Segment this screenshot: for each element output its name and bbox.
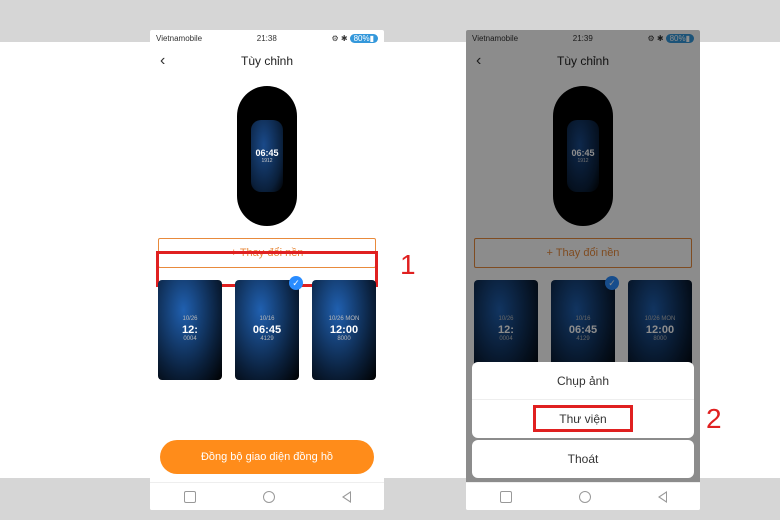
phones-row: Vietnamobile 21:38 ⚙ ✱ 80% ▮ ‹ Tùy chỉnh… (0, 30, 780, 520)
phone-left: Vietnamobile 21:38 ⚙ ✱ 80% ▮ ‹ Tùy chỉnh… (150, 30, 384, 510)
watchface-thumb[interactable]: ✓ 10/16 06:45 4129 (235, 280, 299, 380)
status-bar: Vietnamobile 21:38 ⚙ ✱ 80% ▮ (150, 30, 384, 46)
watchface-thumb[interactable]: 10/26 MON 12:00 8000 (312, 280, 376, 380)
nav-home-icon[interactable] (579, 491, 591, 503)
nav-recent-icon[interactable] (184, 491, 196, 503)
action-sheet: Chụp ảnh Thư viện (472, 362, 694, 438)
band-sub: 1912 (261, 158, 272, 164)
thumb-date: 10/26 (182, 316, 197, 322)
action-sheet-cancel: Thoát (472, 440, 694, 478)
nav-recent-icon[interactable] (500, 491, 512, 503)
battery-pill: 80% ▮ (350, 34, 378, 43)
band-preview: 06:45 1912 (150, 86, 384, 226)
sync-watchface-button[interactable]: Đồng bộ giao diện đồng hồ (160, 440, 374, 474)
page-title: Tùy chỉnh (241, 54, 293, 68)
system-nav-bar (466, 482, 700, 510)
sync-label: Đồng bộ giao diện đồng hồ (201, 451, 333, 463)
thumb-date: 10/16 (259, 316, 274, 322)
status-right: ⚙ ✱ 80% ▮ (331, 34, 378, 43)
status-time: 21:38 (257, 34, 277, 43)
thumb-foot: 0004 (183, 336, 196, 342)
system-nav-bar (150, 482, 384, 510)
thumb-time: 06:45 (253, 324, 281, 336)
thumb-foot: 8000 (337, 336, 350, 342)
carrier-label: Vietnamobile (156, 34, 202, 43)
watchface-thumb[interactable]: 10/26 12: 0004 (158, 280, 222, 380)
band-screen: 06:45 1912 (251, 120, 283, 192)
sheet-gallery-option[interactable]: Thư viện (472, 400, 694, 438)
thumb-date: 10/26 MON (329, 316, 360, 322)
annotation-1-outer: 1 (400, 249, 416, 281)
nav-back-icon[interactable] (658, 491, 667, 503)
sheet-cancel-label: Thoát (568, 452, 599, 466)
nav-home-icon[interactable] (263, 491, 275, 503)
thumb-foot: 4129 (260, 336, 273, 342)
back-button[interactable]: ‹ (160, 52, 165, 70)
phone-right: Vietnamobile 21:39 ⚙ ✱ 80% ▮ ‹ Tùy chỉnh… (466, 30, 700, 510)
thumb-time: 12: (182, 324, 198, 336)
battery-pct: 80% (354, 34, 370, 43)
check-icon: ✓ (289, 276, 303, 290)
highlight-box-2 (533, 405, 633, 432)
annotation-2: 2 (706, 403, 722, 435)
bluetooth-icon: ⚙ ✱ (331, 34, 347, 43)
sheet-camera-option[interactable]: Chụp ảnh (472, 362, 694, 400)
band-body: 06:45 1912 (237, 86, 297, 226)
sheet-camera-label: Chụp ảnh (557, 374, 609, 388)
page-header: ‹ Tùy chỉnh (150, 46, 384, 76)
band-time: 06:45 (255, 148, 278, 158)
nav-back-icon[interactable] (342, 491, 351, 503)
sheet-cancel-option[interactable]: Thoát (472, 440, 694, 478)
watchface-thumbs: 10/26 12: 0004 ✓ 10/16 06:45 4129 10/26 … (150, 280, 384, 380)
thumb-time: 12:00 (330, 324, 358, 336)
